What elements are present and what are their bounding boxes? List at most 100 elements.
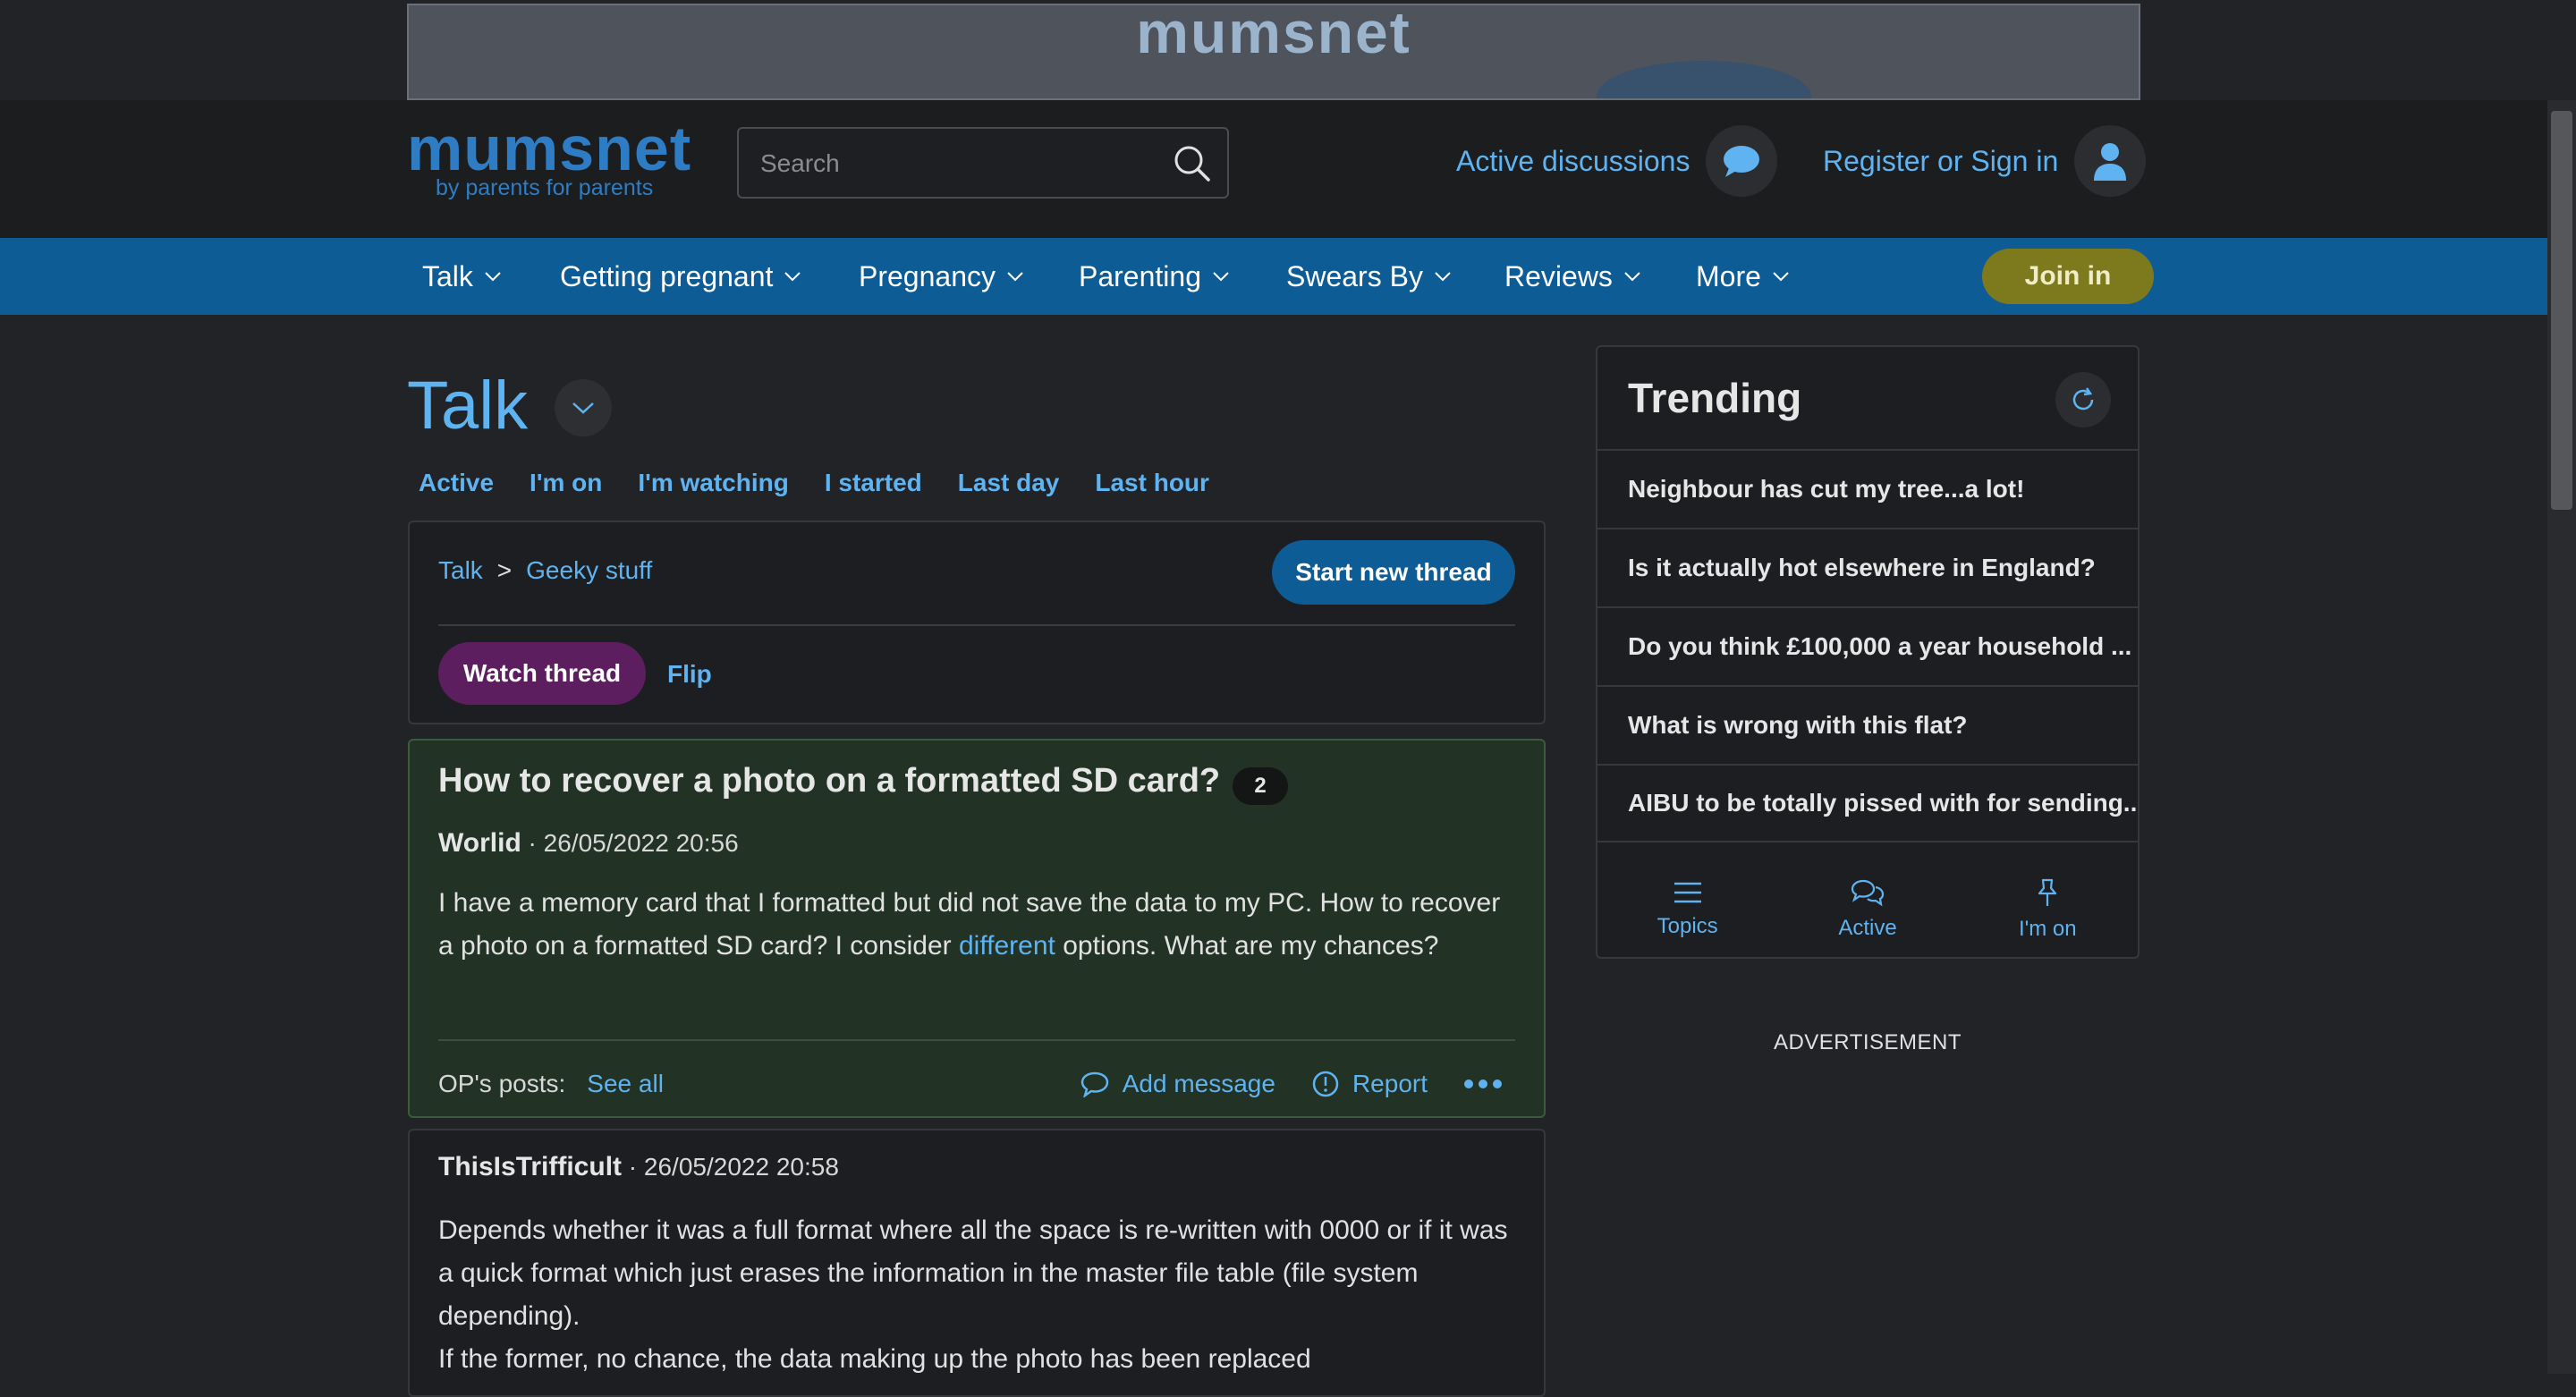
nav-item-pregnancy[interactable]: Pregnancy: [859, 238, 1024, 315]
trending-tab-label: Topics: [1657, 914, 1718, 938]
ellipsis-icon: [1464, 1080, 1502, 1088]
watch-thread-button[interactable]: Watch thread: [438, 642, 646, 705]
nav-item-parenting[interactable]: Parenting: [1079, 238, 1230, 315]
breadcrumb-separator: >: [496, 556, 513, 584]
trending-tab-label: Active: [1838, 916, 1897, 940]
post-text: options. What are my chances?: [1055, 931, 1439, 961]
chat-bubble-icon: [1706, 125, 1778, 197]
nav-label: Parenting: [1079, 259, 1201, 292]
trending-item[interactable]: Neighbour has cut my tree...a lot!: [1597, 449, 2138, 528]
trending-tab-label: I'm on: [2019, 917, 2077, 941]
active-discussions-link[interactable]: Active discussions: [1456, 125, 1778, 197]
tab-i-started[interactable]: I started: [825, 469, 922, 497]
trending-item[interactable]: What is wrong with this flat?: [1597, 685, 2138, 764]
main-navigation: Talk Getting pregnant Pregnancy Parentin…: [0, 238, 2547, 315]
nav-item-talk[interactable]: Talk: [422, 238, 502, 315]
banner-graphic: [1597, 61, 1811, 98]
divider: [438, 624, 1515, 626]
search-icon[interactable]: [1172, 143, 1213, 184]
nav-item-getting-pregnant[interactable]: Getting pregnant: [560, 238, 801, 315]
banner-logo: mumsnet: [1136, 4, 1411, 65]
start-new-thread-button[interactable]: Start new thread: [1272, 540, 1515, 605]
trending-tabs: Topics Active I'm on: [1597, 860, 2138, 959]
more-options-button[interactable]: [1463, 1079, 1515, 1089]
post-actions: OP's posts: See all Add message Report: [438, 1063, 1515, 1105]
chevron-down-icon: [1007, 272, 1023, 282]
pin-icon: [2038, 878, 2057, 906]
page-scrollbar[interactable]: [2547, 100, 2576, 1374]
trending-panel: Trending Neighbour has cut my tree...a l…: [1596, 345, 2140, 959]
site-header: mumsnet by parents for parents Active di…: [0, 100, 2547, 238]
reply-count-badge: 2: [1233, 767, 1288, 805]
add-message-button[interactable]: Add message: [1080, 1070, 1275, 1098]
chevron-down-icon: [572, 402, 594, 414]
chat-bubbles-icon: [1851, 879, 1885, 907]
tab-active[interactable]: Active: [419, 469, 494, 497]
tab-im-watching[interactable]: I'm watching: [638, 469, 788, 497]
search-input[interactable]: [758, 145, 1138, 182]
user-icon: [2074, 125, 2147, 197]
advertisement-label: ADVERTISEMENT: [1773, 1030, 1962, 1054]
post-timestamp: · 26/05/2022 20:56: [521, 829, 739, 857]
nav-item-swears-by[interactable]: Swears By: [1286, 238, 1452, 315]
chevron-down-icon: [1213, 272, 1229, 282]
post-author[interactable]: Worlid: [438, 828, 521, 858]
trending-item[interactable]: Do you think £100,000 a year household .…: [1597, 606, 2138, 685]
page-title: Talk: [407, 368, 529, 444]
post-text: Depends whether it was a full format whe…: [438, 1215, 1508, 1331]
post-link[interactable]: different: [959, 931, 1055, 961]
logo-wordmark: mumsnet: [407, 114, 692, 183]
thread-toolbar: Talk > Geeky stuff Start new thread Watc…: [408, 521, 1546, 724]
post-body: I have a memory card that I formatted bu…: [438, 882, 1512, 968]
talk-dropdown-button[interactable]: [555, 379, 612, 436]
trending-tab-topics[interactable]: Topics: [1597, 860, 1777, 959]
chevron-down-icon: [485, 272, 501, 282]
post-meta: ThisIsTrifficult · 26/05/2022 20:58: [438, 1152, 839, 1182]
post-meta: Worlid · 26/05/2022 20:56: [438, 828, 739, 859]
refresh-button[interactable]: [2055, 372, 2111, 428]
banner-advertisement[interactable]: mumsnet: [407, 4, 2140, 100]
trending-list: Neighbour has cut my tree...a lot! Is it…: [1597, 449, 2138, 842]
thread-title: How to recover a photo on a formatted SD…: [438, 762, 1221, 800]
trending-item[interactable]: Is it actually hot elsewhere in England?: [1597, 528, 2138, 606]
nav-label: Talk: [422, 259, 473, 292]
nav-label: Pregnancy: [859, 259, 996, 292]
report-button[interactable]: Report: [1311, 1070, 1428, 1098]
tab-im-on[interactable]: I'm on: [530, 469, 602, 497]
tab-last-day[interactable]: Last day: [958, 469, 1060, 497]
original-post: How to recover a photo on a formatted SD…: [408, 739, 1546, 1118]
nav-item-reviews[interactable]: Reviews: [1504, 238, 1641, 315]
refresh-icon: [2072, 387, 2094, 411]
register-sign-in-link[interactable]: Register or Sign in: [1823, 125, 2147, 197]
chevron-down-icon: [1435, 272, 1451, 282]
nav-label: Reviews: [1504, 259, 1613, 292]
see-all-link[interactable]: See all: [587, 1070, 664, 1098]
post-text: If the former, no chance, the data makin…: [438, 1344, 1311, 1374]
post-timestamp: · 26/05/2022 20:58: [622, 1153, 839, 1181]
menu-icon: [1674, 882, 1701, 903]
breadcrumb-talk[interactable]: Talk: [438, 556, 483, 585]
flip-link[interactable]: Flip: [667, 660, 712, 689]
info-circle-icon: [1312, 1071, 1339, 1097]
scrollbar-thumb[interactable]: [2551, 111, 2572, 510]
ops-posts-label: OP's posts:: [438, 1070, 566, 1097]
join-in-button[interactable]: Join in: [1982, 249, 2154, 304]
speech-bubble-icon: [1080, 1071, 1108, 1097]
trending-item[interactable]: AIBU to be totally pissed with for sendi…: [1597, 764, 2138, 842]
divider: [438, 1039, 1515, 1041]
trending-tab-active[interactable]: Active: [1777, 860, 1957, 959]
site-logo[interactable]: mumsnet by parents for parents: [407, 116, 693, 201]
post-author[interactable]: ThisIsTrifficult: [438, 1152, 622, 1181]
register-label: Register or Sign in: [1823, 144, 2059, 177]
report-label: Report: [1352, 1070, 1428, 1097]
nav-label: More: [1696, 259, 1761, 292]
nav-label: Getting pregnant: [560, 259, 774, 292]
tab-last-hour[interactable]: Last hour: [1095, 469, 1209, 497]
add-message-label: Add message: [1122, 1070, 1275, 1097]
post-body: Depends whether it was a full format whe…: [438, 1209, 1512, 1381]
trending-tab-im-on[interactable]: I'm on: [1958, 860, 2138, 959]
search-box: [737, 127, 1229, 199]
chevron-down-icon: [784, 272, 801, 282]
nav-item-more[interactable]: More: [1696, 238, 1790, 315]
breadcrumb-geeky-stuff[interactable]: Geeky stuff: [526, 556, 652, 585]
